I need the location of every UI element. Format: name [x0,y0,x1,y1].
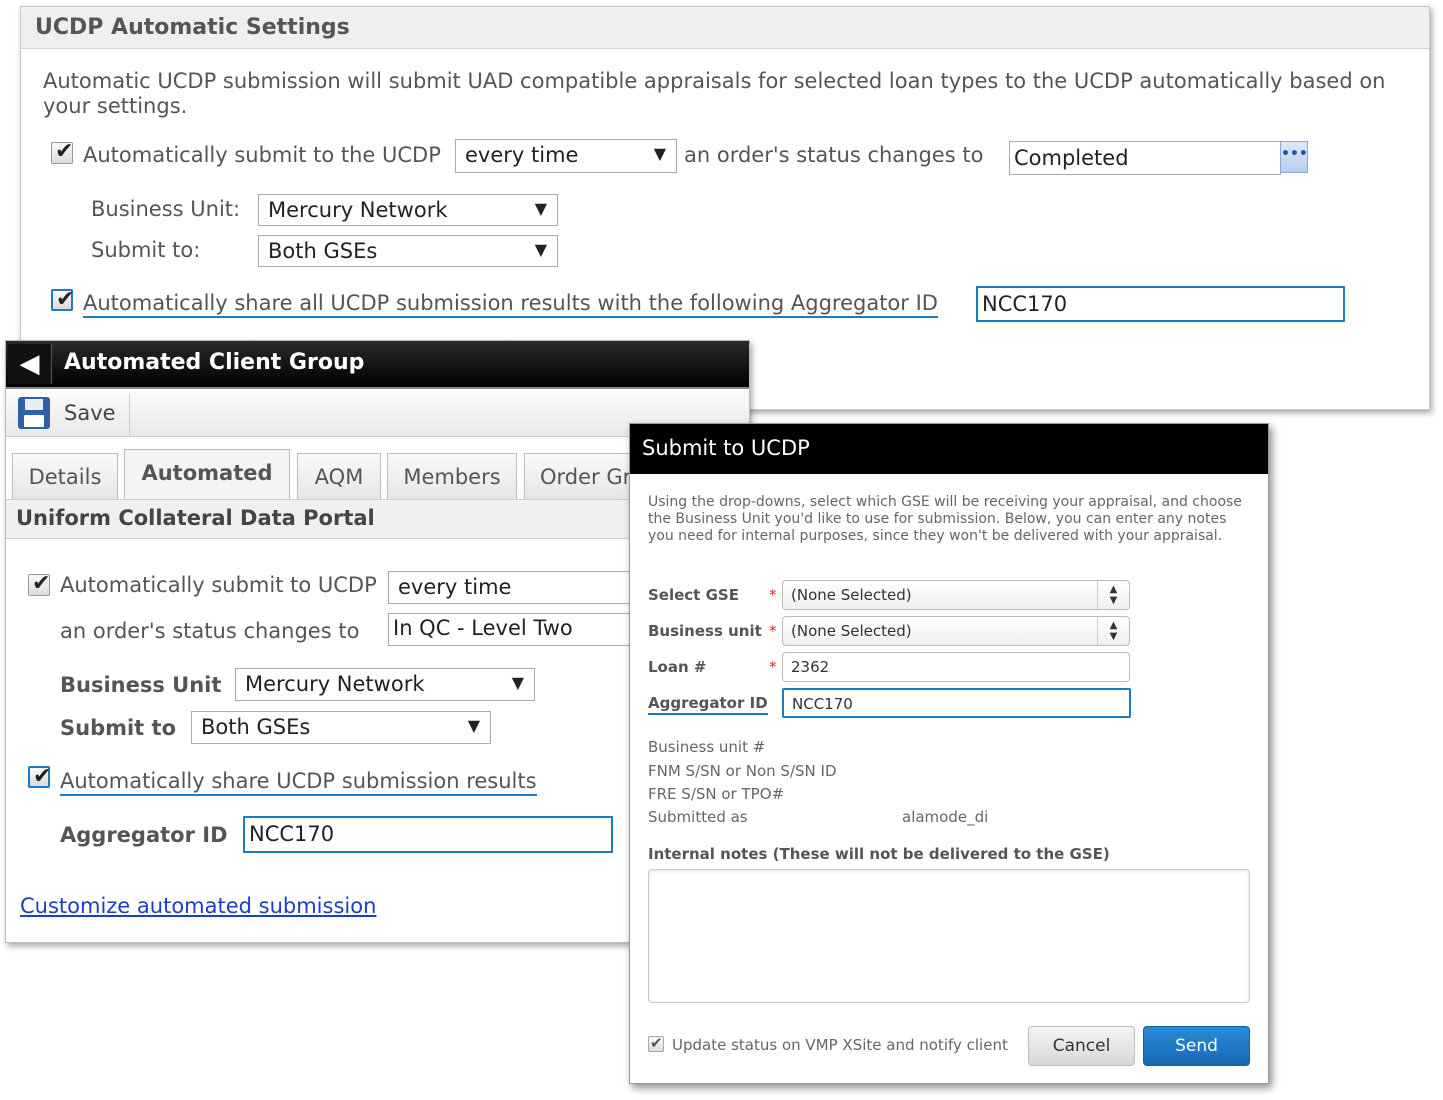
business-unit-value: Mercury Network [245,672,425,696]
save-label: Save [64,401,116,425]
dialog-title: Submit to UCDP [630,424,1268,474]
frequency-select[interactable]: every time [388,571,648,604]
submitted-as-label: Submitted as [648,808,748,826]
tab-details[interactable]: Details [12,453,118,499]
window-title: Automated Client Group [64,350,365,375]
internal-notes-label: Internal notes (These will not be delive… [648,845,1110,863]
business-unit-dropdown[interactable]: (None Selected) ▲ ▼ [782,616,1130,646]
check-icon: ✔ [55,139,74,164]
fre-id-label: FRE S/SN or TPO# [648,785,785,803]
auto-submit-checkbox[interactable]: ✔ [51,139,74,164]
business-unit-label: Business unit [648,622,762,640]
send-button[interactable]: Send [1143,1026,1250,1066]
business-unit-select[interactable]: Mercury Network ▼ [235,668,535,701]
submit-to-select[interactable]: Both GSEs ▼ [191,711,491,744]
aggregator-id-input[interactable]: NCC170 [976,286,1345,322]
frequency-value: every time [465,143,579,167]
aggregator-id-input[interactable]: NCC170 [243,816,613,853]
share-results-checkbox[interactable]: ✔ [28,764,52,789]
back-arrow-icon[interactable]: ◀ [8,344,52,384]
status-input[interactable]: Completed [1009,141,1281,175]
select-gse-value: (None Selected) [791,586,912,604]
auto-submit-label: Automatically submit to UCDP [60,573,377,597]
check-icon: ✔ [56,287,75,312]
chevron-down-icon: ▼ [467,716,480,735]
status-change-label: an order's status changes to [684,143,984,167]
share-results-label: Automatically share UCDP submission resu… [60,769,537,796]
tab-members[interactable]: Members [387,453,517,499]
business-unit-label: Business Unit [60,673,222,697]
spinner-icon: ▲ ▼ [1097,581,1129,609]
submit-to-value: Both GSEs [268,239,378,263]
ellipsis-button[interactable]: ••• [1280,141,1308,173]
dialog-description: Using the drop-downs, select which GSE w… [648,494,1242,544]
share-results-label: Automatically share all UCDP submission … [83,291,938,318]
share-results-checkbox[interactable]: ✔ [51,287,75,312]
loan-number-input[interactable]: 2362 [782,652,1130,682]
update-status-label: Update status on VMP XSite and notify cl… [672,1036,1008,1054]
panel-description: Automatic UCDP submission will submit UA… [43,69,1386,118]
chevron-down-icon: ▼ [511,673,524,692]
submit-to-label: Submit to [60,716,177,740]
frequency-select[interactable]: every time ▼ [455,139,677,173]
business-unit-select[interactable]: Mercury Network ▼ [258,194,558,226]
internal-notes-textarea[interactable] [648,869,1250,1003]
check-icon: ✔ [650,1034,663,1052]
tab-automated[interactable]: Automated [124,449,290,499]
aggregator-id-label: Aggregator ID [60,823,228,847]
aggregator-id-input[interactable]: NCC170 [782,688,1131,718]
select-gse-label: Select GSE [648,586,739,604]
save-button[interactable]: Save [8,393,130,435]
check-icon: ✔ [32,571,51,596]
panel-title: UCDP Automatic Settings [21,7,1429,49]
tab-aqm[interactable]: AQM [297,453,381,499]
frequency-value: every time [398,575,512,599]
cancel-button[interactable]: Cancel [1028,1026,1135,1066]
auto-submit-label: Automatically submit to the UCDP [83,143,441,167]
submit-to-label: Submit to: [91,238,201,262]
loan-number-label: Loan # [648,658,707,676]
title-bar: ◀ Automated Client Group [6,341,749,389]
required-mark: * [769,622,777,640]
submit-to-ucdp-dialog: Submit to UCDP Using the drop-downs, sel… [629,423,1269,1084]
floppy-disk-icon [18,397,50,429]
business-unit-number-label: Business unit # [648,738,766,756]
chevron-down-icon: ▼ [653,144,666,163]
business-unit-label: Business Unit: [91,197,241,221]
submit-to-value: Both GSEs [201,715,311,739]
fnm-id-label: FNM S/SN or Non S/SN ID [648,762,837,780]
status-change-label: an order's status changes to [60,619,360,643]
business-unit-value: (None Selected) [791,622,912,640]
spinner-icon: ▲ ▼ [1097,617,1129,645]
customize-submission-link[interactable]: Customize automated submission [20,894,376,918]
chevron-down-icon: ▼ [534,199,547,218]
check-icon: ✔ [33,764,52,789]
required-mark: * [769,586,777,604]
update-status-checkbox[interactable]: ✔ [648,1034,664,1052]
chevron-down-icon: ▼ [534,240,547,259]
submitted-as-value: alamode_di [902,808,989,826]
aggregator-id-label: Aggregator ID [648,694,768,715]
required-mark: * [769,658,777,676]
select-gse-dropdown[interactable]: (None Selected) ▲ ▼ [782,580,1130,610]
auto-submit-checkbox[interactable]: ✔ [28,571,51,596]
status-input[interactable]: In QC - Level Two [388,613,648,646]
submit-to-select[interactable]: Both GSEs ▼ [258,235,558,267]
business-unit-value: Mercury Network [268,198,448,222]
